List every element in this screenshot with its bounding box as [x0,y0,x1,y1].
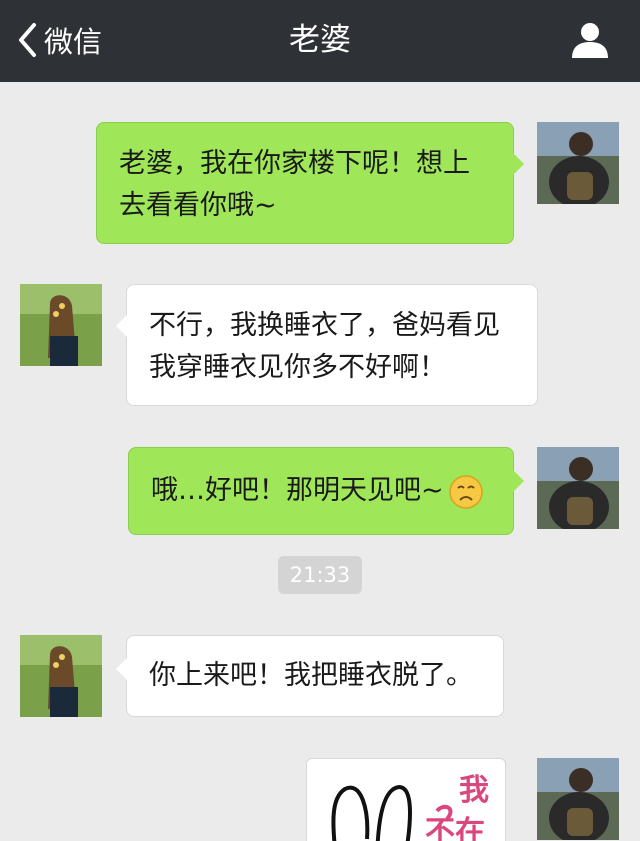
timestamp: 21:33 [278,556,362,594]
sticker-message[interactable]: 我 不在 [306,758,506,841]
title-bar: 微信 老婆 [0,0,640,82]
message-text: 我穿睡衣见你多不好啊！ [149,352,446,383]
sticker-text: 不在 [425,815,485,841]
person-icon [572,23,608,58]
message-bubble-sent[interactable]: 老婆，我在你家楼下呢！想上 去看看你哦~ [96,122,524,244]
chat-title: 老婆 [289,22,351,58]
message-text: 不行，我换睡衣了，爸妈看见 [149,310,500,341]
message-bubble-received[interactable]: 你上来吧！我把睡衣脱了。 [116,635,504,717]
message-text: 老婆，我在你家楼下呢！想上 [119,148,470,179]
message-text: 哦…好吧！那明天见吧~ [151,475,444,506]
my-avatar[interactable] [537,447,619,529]
profile-button[interactable] [568,18,612,62]
sad-face-icon [448,474,483,509]
my-avatar[interactable] [537,122,619,204]
contact-avatar[interactable] [20,284,102,366]
chat-area[interactable]: 老婆，我在你家楼下呢！想上 去看看你哦~ 不行，我换睡衣了，爸妈看见 我穿睡衣见… [0,82,640,841]
my-avatar[interactable] [537,758,619,840]
message-bubble-received[interactable]: 不行，我换睡衣了，爸妈看见 我穿睡衣见你多不好啊！ [116,284,538,406]
message-text: 去看看你哦~ [119,190,277,221]
message-bubble-sent[interactable]: 哦…好吧！那明天见吧~ [128,447,524,535]
message-text: 你上来吧！我把睡衣脱了。 [149,660,473,691]
sticker-text: 我 [459,773,489,808]
contact-avatar[interactable] [20,635,102,717]
